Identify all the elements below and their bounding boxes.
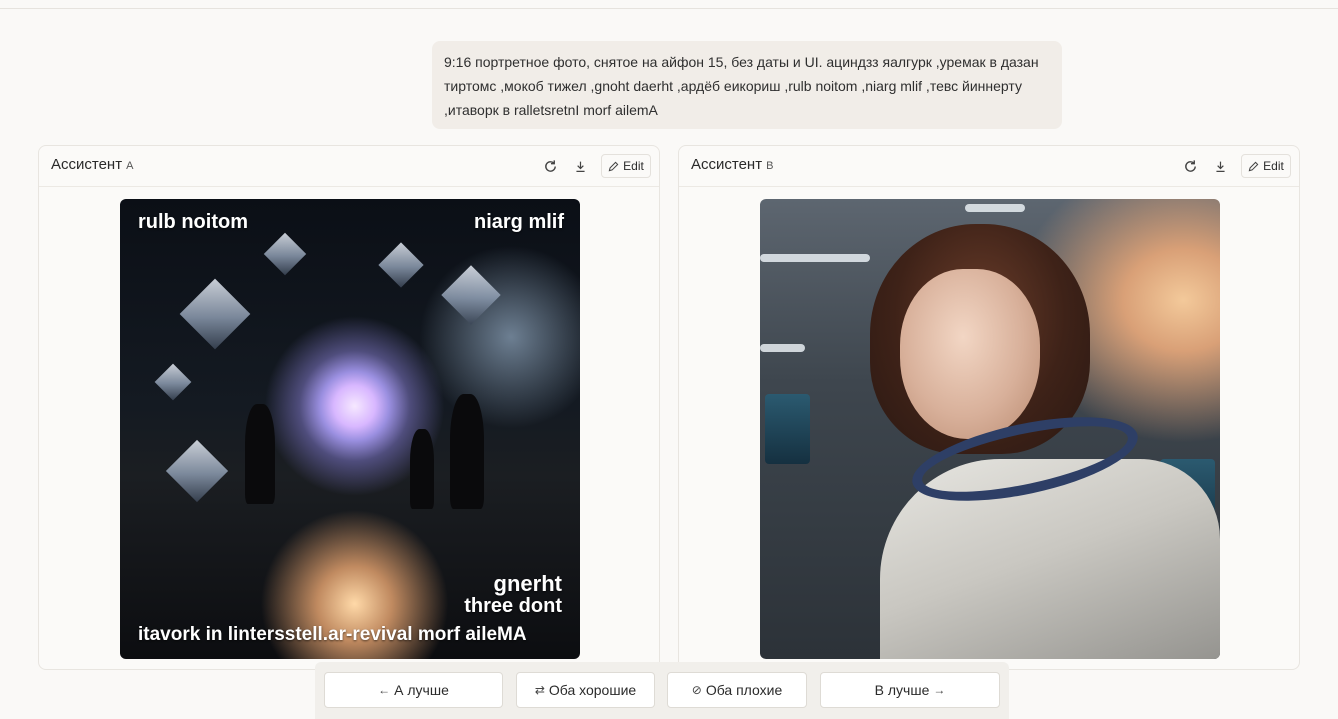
- a-better-label: А лучше: [394, 682, 449, 698]
- user-prompt-text: 9:16 портретное фото, снятое на айфон 15…: [444, 54, 1039, 118]
- ban-icon: ⊘: [691, 683, 702, 697]
- image-caption-top-right: niarg mlif: [473, 211, 564, 233]
- image-caption-bottom-line2: three dont: [464, 595, 562, 617]
- assistant-b-regenerate-button[interactable]: [1179, 154, 1201, 178]
- assistant-b-header: Ассистент B Edit: [679, 146, 1299, 187]
- assistant-a-panel: Ассистент A Edit rulb noitom niarg mlif g…: [38, 145, 660, 670]
- crystal-shape: [263, 232, 307, 276]
- a-better-button[interactable]: ← А лучше: [324, 672, 503, 708]
- assistant-b-panel: Ассистент B Edit: [678, 145, 1300, 670]
- crystal-shape: [441, 265, 501, 325]
- b-better-button[interactable]: В лучше →: [820, 672, 1000, 708]
- crystal-shape: [154, 363, 192, 401]
- dancer-silhouette: [245, 404, 275, 504]
- arrow-right-icon: →: [933, 683, 946, 697]
- assistant-b-tag: B: [766, 160, 774, 172]
- swap-icon: ⇄: [534, 683, 545, 697]
- portrait-face: [900, 269, 1040, 439]
- dancer-silhouette: [410, 429, 434, 509]
- crystal-shape: [165, 439, 229, 503]
- assistant-b-download-button[interactable]: [1209, 154, 1231, 178]
- assistant-a-regenerate-button[interactable]: [539, 154, 561, 178]
- image-caption-top-left: rulb noitom: [138, 211, 248, 233]
- ceiling-light: [965, 204, 1025, 212]
- pencil-icon: [1248, 161, 1259, 171]
- console-screen: [765, 394, 810, 464]
- dancer-silhouette: [450, 394, 484, 509]
- ceiling-light: [760, 254, 870, 262]
- image-caption-bottom-line3: itavork in lintersstell.ar-revival morf …: [138, 624, 527, 645]
- assistant-b-generated-image[interactable]: [760, 199, 1220, 659]
- refresh-icon: [544, 159, 556, 172]
- both-bad-button[interactable]: ⊘ Оба плохие: [667, 672, 807, 708]
- vote-bar: ← А лучше ⇄ Оба хорошие ⊘ Оба плохие В л…: [315, 662, 1009, 719]
- assistant-a-generated-image[interactable]: rulb noitom niarg mlif gnerht three dont…: [120, 199, 580, 659]
- both-bad-label: Оба плохие: [705, 682, 783, 698]
- arrow-left-icon: ←: [378, 683, 391, 697]
- assistant-a-header: Ассистент A Edit: [39, 146, 659, 187]
- assistant-a-edit-label: Edit: [623, 159, 644, 173]
- top-divider: [0, 8, 1338, 9]
- ceiling-light: [760, 344, 805, 352]
- crystal-shape: [179, 278, 251, 350]
- download-icon: [1215, 161, 1225, 172]
- crystal-shape: [378, 242, 424, 288]
- assistant-b-title: Ассистент B: [691, 156, 773, 173]
- assistant-a-download-button[interactable]: [569, 154, 591, 178]
- assistant-a-edit-button[interactable]: Edit: [601, 154, 651, 178]
- assistant-b-edit-button[interactable]: Edit: [1241, 154, 1291, 178]
- assistant-a-title-text: Ассистент: [51, 156, 123, 173]
- download-icon: [575, 161, 585, 172]
- image-caption-bottom-line1: gnerht: [493, 571, 562, 596]
- user-prompt-bubble: 9:16 портретное фото, снятое на айфон 15…: [432, 41, 1062, 129]
- pencil-icon: [608, 161, 619, 171]
- assistant-a-tag: A: [126, 160, 134, 172]
- assistant-b-edit-label: Edit: [1263, 159, 1284, 173]
- both-good-label: Оба хорошие: [548, 682, 637, 698]
- assistant-a-title: Ассистент A: [51, 156, 133, 173]
- both-good-button[interactable]: ⇄ Оба хорошие: [516, 672, 655, 708]
- assistant-b-title-text: Ассистент: [691, 156, 763, 173]
- refresh-icon: [1184, 159, 1196, 172]
- b-better-label: В лучше: [874, 682, 930, 698]
